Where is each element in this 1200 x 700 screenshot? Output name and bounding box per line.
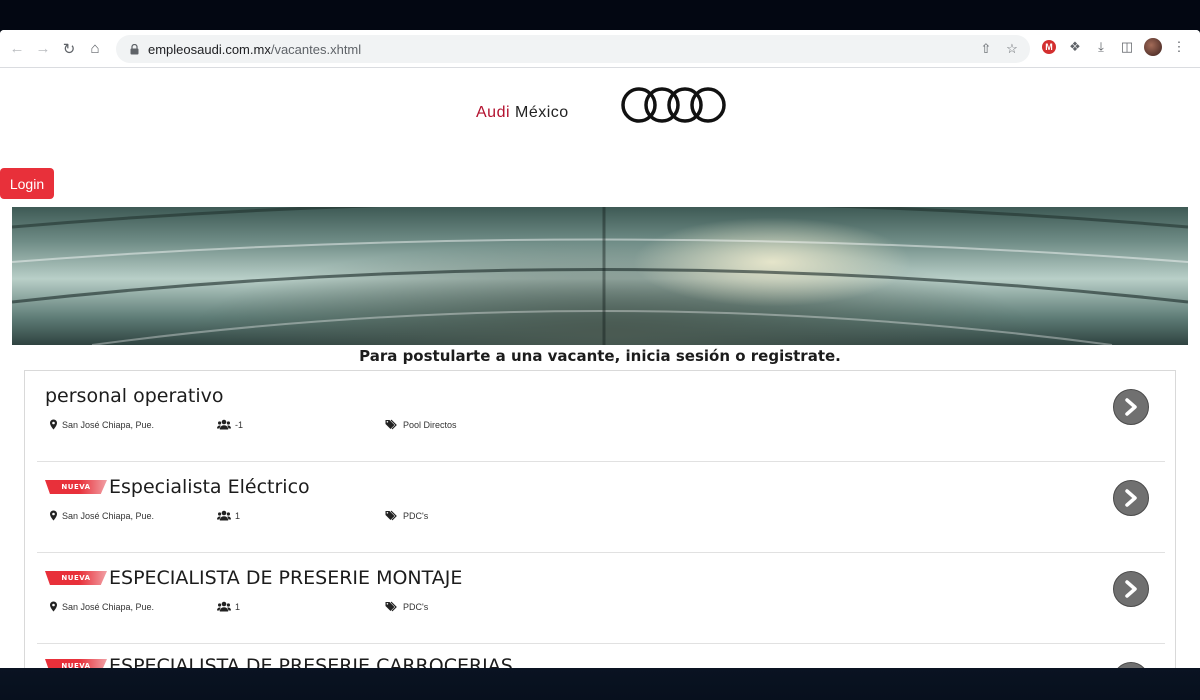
openings-meta: 1 bbox=[217, 601, 240, 612]
location-text: San José Chiapa, Pue. bbox=[62, 419, 155, 430]
vacancy-title[interactable]: NUEVA ESPECIALISTA DE PRESERIE MONTAJE bbox=[45, 567, 462, 589]
openings-meta: 1 bbox=[217, 510, 240, 521]
map-pin-icon bbox=[50, 601, 57, 612]
openings-meta: -1 bbox=[217, 419, 243, 430]
view-vacancy-button[interactable] bbox=[1113, 480, 1149, 516]
tags-icon bbox=[385, 510, 397, 521]
vacancy-title[interactable]: personal operativo bbox=[45, 385, 224, 407]
category-meta: PDC's bbox=[385, 510, 428, 521]
new-badge: NUEVA bbox=[45, 480, 107, 494]
screen-top-bar bbox=[0, 0, 1200, 30]
browser-window: ← → ↻ ⌂ empleosaudi.com.mx/vacantes.xhtm… bbox=[0, 30, 1200, 668]
category-text: PDC's bbox=[403, 601, 429, 612]
brand-country: México bbox=[514, 104, 569, 121]
url-host: empleosaudi.com.mx bbox=[148, 41, 271, 57]
openings-text: -1 bbox=[235, 419, 244, 430]
vacancy-title-text: ESPECIALISTA DE PRESERIE MONTAJE bbox=[109, 567, 463, 589]
url-path: /vacantes.xhtml bbox=[270, 41, 362, 57]
audi-rings-logo bbox=[621, 87, 726, 123]
profile-avatar[interactable] bbox=[1142, 36, 1164, 58]
vacancies-list: personal operativo San José Chiapa, Pue.… bbox=[24, 370, 1176, 668]
location-text: San José Chiapa, Pue. bbox=[62, 510, 155, 521]
vacancy-title[interactable]: NUEVA ESPECIALISTA DE PRESERIE CARROCERIA… bbox=[45, 655, 513, 668]
vacancy-row[interactable]: personal operativo San José Chiapa, Pue.… bbox=[37, 371, 1165, 462]
omnibox-actions: ⇧ ☆ bbox=[976, 39, 1022, 59]
vacancy-title-text: personal operativo bbox=[45, 385, 224, 407]
bookmark-star-icon[interactable]: ☆ bbox=[1002, 39, 1022, 59]
share-icon[interactable]: ⇧ bbox=[976, 39, 996, 59]
avatar-image bbox=[1144, 38, 1162, 56]
chevron-right-icon bbox=[1125, 489, 1137, 507]
url-text: empleosaudi.com.mx/vacantes.xhtml bbox=[148, 42, 361, 57]
users-icon bbox=[217, 510, 231, 521]
category-meta: Pool Directos bbox=[385, 419, 457, 430]
download-icon[interactable]: ⤓ bbox=[1090, 36, 1112, 58]
nav-buttons: ← → ↻ ⌂ bbox=[4, 36, 108, 62]
lock-icon[interactable] bbox=[126, 43, 142, 55]
users-icon bbox=[217, 601, 231, 612]
vacancy-title-text: ESPECIALISTA DE PRESERIE CARROCERIAS bbox=[109, 655, 513, 668]
view-vacancy-button[interactable] bbox=[1113, 389, 1149, 425]
apply-notice: Para postularte a una vacante, inicia se… bbox=[359, 347, 841, 365]
chevron-right-icon bbox=[1125, 580, 1137, 598]
category-text: Pool Directos bbox=[403, 419, 457, 430]
location-meta: San José Chiapa, Pue. bbox=[49, 419, 154, 430]
map-pin-icon bbox=[50, 510, 57, 521]
mega-logo-icon: M bbox=[1042, 40, 1056, 54]
mega-extension-icon[interactable]: M bbox=[1038, 36, 1060, 58]
new-badge: NUEVA bbox=[45, 571, 107, 585]
chevron-right-icon bbox=[1125, 398, 1137, 416]
tags-icon bbox=[385, 419, 397, 430]
login-button[interactable]: Login bbox=[0, 168, 54, 199]
vacancy-title[interactable]: NUEVA Especialista Eléctrico bbox=[45, 476, 310, 498]
tags-icon bbox=[385, 601, 397, 612]
page-content: Audi México Login Para postularte a una … bbox=[0, 68, 1200, 668]
forward-icon[interactable]: → bbox=[30, 36, 56, 62]
category-meta: PDC's bbox=[385, 601, 428, 612]
map-pin-icon bbox=[50, 419, 57, 430]
vacancy-row[interactable]: NUEVA ESPECIALISTA DE PRESERIE MONTAJE Sa… bbox=[37, 553, 1165, 644]
brand-name: Audi bbox=[476, 104, 511, 121]
vacancy-row[interactable]: NUEVA Especialista Eléctrico San José Chi… bbox=[37, 462, 1165, 553]
openings-text: 1 bbox=[235, 601, 241, 612]
sidebar-toggle-icon[interactable]: ◫ bbox=[1116, 36, 1138, 58]
browser-toolbar: ← → ↻ ⌂ empleosaudi.com.mx/vacantes.xhtm… bbox=[0, 30, 1200, 68]
users-icon bbox=[217, 419, 231, 430]
address-bar[interactable]: empleosaudi.com.mx/vacantes.xhtml ⇧ ☆ bbox=[116, 35, 1030, 63]
location-text: San José Chiapa, Pue. bbox=[62, 601, 155, 612]
location-meta: San José Chiapa, Pue. bbox=[49, 510, 154, 521]
view-vacancy-button[interactable] bbox=[1113, 571, 1149, 607]
menu-kebab-icon[interactable]: ⋮ bbox=[1168, 36, 1190, 58]
vacancy-row[interactable]: NUEVA ESPECIALISTA DE PRESERIE CARROCERIA… bbox=[37, 644, 1165, 668]
vacancy-title-text: Especialista Eléctrico bbox=[109, 476, 310, 498]
banner-arches bbox=[12, 207, 1188, 345]
extensions-area: M ❖ ⤓ ◫ ⋮ bbox=[1038, 36, 1190, 58]
back-icon[interactable]: ← bbox=[4, 36, 30, 62]
brand-text: Audi México bbox=[476, 104, 569, 122]
category-text: PDC's bbox=[403, 510, 429, 521]
new-badge: NUEVA bbox=[45, 659, 107, 668]
screen-bottom-bar bbox=[0, 668, 1200, 700]
location-meta: San José Chiapa, Pue. bbox=[49, 601, 154, 612]
puzzle-extensions-icon[interactable]: ❖ bbox=[1064, 36, 1086, 58]
reload-icon[interactable]: ↻ bbox=[56, 36, 82, 62]
openings-text: 1 bbox=[235, 510, 241, 521]
home-icon[interactable]: ⌂ bbox=[82, 36, 108, 62]
header-banner-image bbox=[12, 207, 1188, 345]
